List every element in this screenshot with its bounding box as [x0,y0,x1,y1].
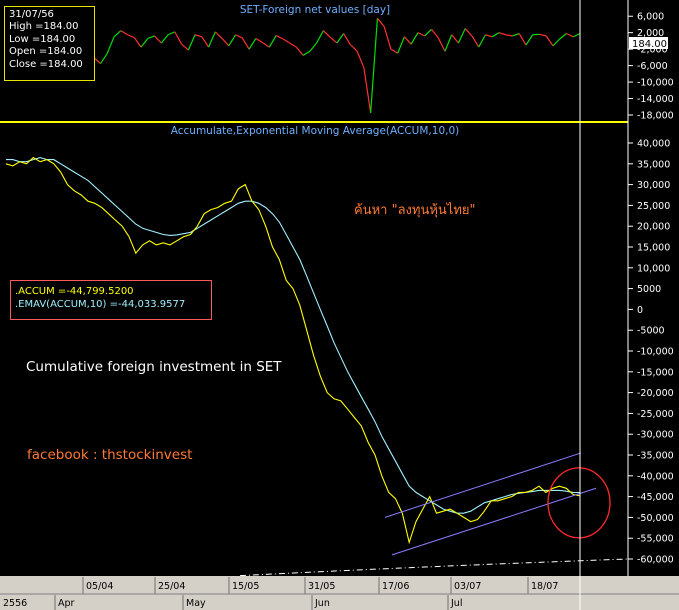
legend-box: .ACCUM =-44,799.5200 .EMAV(ACCUM,10) =-4… [10,280,212,320]
info-open: Open =184.00 [9,46,83,58]
bottom-y-tick-label: -45,000 [637,492,674,503]
x-tick-label: 15/05 [232,581,259,592]
bottom-chart-title: Accumulate,Exponential Moving Average(AC… [171,125,459,137]
chart-caption: Cumulative foreign investment in SET [26,359,282,375]
bottom-y-tick-label: -40,000 [637,471,674,482]
x-tick-label: 18/07 [531,581,558,592]
top-chart-title: SET-Foreign net values [day] [240,4,390,16]
month-label: Jun [314,598,330,609]
legend-emav: .EMAV(ACCUM,10) =-44,033.9577 [15,299,186,310]
info-date: 31/07/56 [9,9,54,20]
x-tick-label: 25/04 [158,581,185,592]
top-y-tick-label: -6,000 [637,61,668,72]
bottom-y-tick-label: 10,000 [637,263,670,274]
month-label: May [186,598,206,609]
bottom-y-tick-label: -55,000 [637,534,674,545]
bottom-y-tick-label: 30,000 [637,180,670,191]
x-tick-label: 03/07 [454,581,481,592]
bottom-y-tick-label: -5000 [637,326,665,337]
bottom-y-tick-label: 5000 [637,284,661,295]
bottom-y-tick-label: -35,000 [637,451,674,462]
bottom-y-tick-label: 35,000 [637,159,670,170]
bottom-y-tick-label: 20,000 [637,222,670,233]
price-tag: 184.00 [632,39,667,50]
info-low: Low =184.00 [9,33,76,45]
top-y-tick-label: -14,000 [637,94,674,105]
bottom-y-tick-label: 40,000 [637,139,670,150]
bottom-y-tick-label: -50,000 [637,513,674,524]
bottom-y-tick-label: -15,000 [637,367,674,378]
bottom-y-tick-label: 0 [637,305,643,316]
bottom-y-tick-label: -25,000 [637,409,674,420]
x-tick-label: 17/06 [382,581,409,592]
x-tick-label: 05/04 [86,581,113,592]
info-close: Close =184.00 [9,58,83,70]
bottom-y-tick-label: 15,000 [637,243,670,254]
top-y-tick-label: -10,000 [637,78,674,89]
x-tick-label: 31/05 [308,581,335,592]
bottom-y-tick-label: -60,000 [637,555,674,566]
bottom-y-tick-label: 25,000 [637,201,670,212]
ohlc-info-box: 31/07/56 High =184.00 Low =184.00 Open =… [4,6,95,81]
top-y-tick-label: -18,000 [637,111,674,122]
legend-accum: .ACCUM =-44,799.5200 [15,286,134,297]
month-label: Jul [450,598,462,609]
month-label: 2556 [3,598,27,609]
top-y-tick-label: 6,000 [637,12,664,23]
bottom-y-tick-label: -20,000 [637,388,674,399]
bottom-y-tick-label: -10,000 [637,347,674,358]
bottom-y-tick-label: -30,000 [637,430,674,441]
facebook-note: facebook : thstockinvest [27,447,193,463]
month-label: Apr [58,598,75,609]
thai-search-note: ค้นหา "ลงทุนหุ้นไทย" [354,203,476,218]
info-high: High =184.00 [9,21,79,33]
